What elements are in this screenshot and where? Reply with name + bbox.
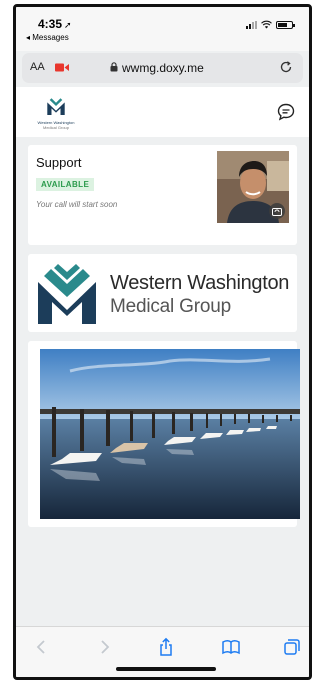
call-status-message: Your call will start soon — [36, 200, 118, 209]
photo-card — [28, 341, 300, 527]
camera-flip-button[interactable] — [269, 203, 285, 219]
phone-frame: 4:35 ➚ ◂ Messages AA wwmg.doxy.me Wester… — [13, 4, 312, 680]
status-bar: 4:35 ➚ ◂ Messages — [16, 7, 309, 51]
brand-logo-card: Western Washington Medical Group — [28, 254, 297, 332]
self-video-preview — [217, 151, 289, 223]
header-logo[interactable]: Western Washington Medical Group — [30, 97, 82, 131]
clock: 4:35 ➚ — [38, 17, 72, 31]
status-badge: AVAILABLE — [36, 178, 95, 191]
provider-name: Support — [36, 155, 82, 170]
camera-flip-icon — [272, 207, 282, 216]
share-icon[interactable] — [156, 637, 176, 657]
browser-toolbar — [16, 626, 309, 677]
lock-icon — [110, 62, 118, 72]
chat-bubble-icon[interactable] — [277, 103, 295, 121]
address-bar[interactable]: AA wwmg.doxy.me — [22, 53, 303, 83]
marina-photo — [40, 349, 300, 519]
forward-arrow-icon[interactable] — [94, 637, 114, 657]
status-icons — [246, 20, 295, 29]
battery-icon — [276, 20, 295, 29]
video-camera-icon[interactable] — [55, 63, 69, 72]
wifi-icon — [261, 20, 272, 29]
url-text[interactable]: wwmg.doxy.me — [122, 61, 204, 75]
reload-icon[interactable] — [279, 60, 293, 74]
bookmarks-icon[interactable] — [221, 637, 241, 657]
back-arrow-icon[interactable] — [32, 637, 52, 657]
cellular-signal-icon — [246, 20, 257, 29]
tabs-icon[interactable] — [282, 637, 302, 657]
support-card: Support AVAILABLE Your call will start s… — [28, 145, 297, 245]
reader-text-size-button[interactable]: AA — [30, 61, 45, 73]
back-to-app-link[interactable]: ◂ Messages — [26, 33, 69, 42]
location-arrow-icon: ➚ — [64, 20, 72, 30]
site-header: Western Washington Medical Group — [16, 87, 309, 137]
brand-logo-mark-icon — [38, 264, 96, 324]
header-logo-mark-icon — [47, 98, 65, 115]
brand-name: Western Washington — [110, 272, 290, 294]
home-indicator[interactable] — [116, 667, 216, 671]
header-logo-line2: Medical Group — [42, 125, 69, 130]
brand-subtitle: Medical Group — [110, 296, 231, 317]
clock-time: 4:35 — [38, 17, 63, 31]
